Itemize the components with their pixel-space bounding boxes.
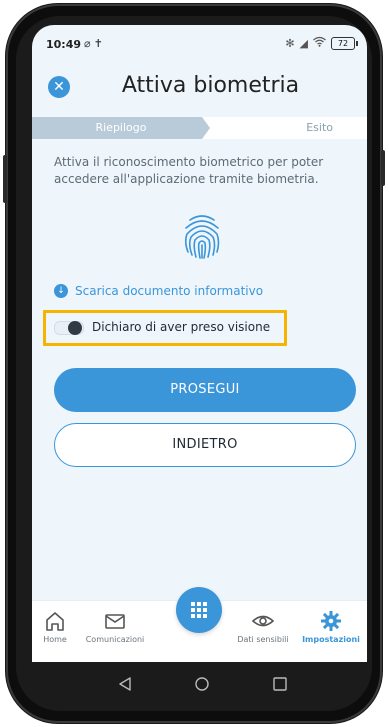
bluetooth-icon: ✻ xyxy=(285,36,295,50)
nav-item-comunicazioni[interactable]: Comunicazioni xyxy=(80,609,150,644)
download-icon: ↓ xyxy=(54,284,68,298)
back-triangle-icon[interactable] xyxy=(118,676,132,692)
bottom-navigation: Home Comunicazioni Dati sensibili Impost… xyxy=(32,587,367,662)
acknowledge-label: Dichiaro di aver preso visione xyxy=(92,320,271,334)
nav-item-dati-sensibili[interactable]: Dati sensibili xyxy=(228,609,298,644)
power-button xyxy=(381,150,385,186)
fingerprint-icon xyxy=(184,215,220,259)
battery-icon: 72 xyxy=(331,36,358,50)
progress-stepper: Riepilogo Esito xyxy=(32,117,367,139)
toggle-knob xyxy=(68,321,82,335)
nav-label-dati-sensibili: Dati sensibili xyxy=(237,635,289,644)
volume-button xyxy=(3,155,7,203)
download-document-link[interactable]: ↓ Scarica documento informativo xyxy=(54,284,263,298)
signal-icon: ◢ xyxy=(299,36,308,50)
status-time: 10:49 xyxy=(46,38,82,51)
step-riepilogo: Riepilogo xyxy=(32,117,210,139)
nav-label-comunicazioni: Comunicazioni xyxy=(85,635,145,644)
status-left-icons: ⌀✝ xyxy=(84,37,106,50)
home-icon xyxy=(46,612,64,631)
nav-item-menu-grid[interactable] xyxy=(176,587,222,633)
eye-icon xyxy=(251,615,275,627)
system-navigation-bar xyxy=(32,662,367,714)
step-esito: Esito xyxy=(306,121,333,134)
nav-label-impostazioni: Impostazioni xyxy=(302,635,360,644)
acknowledge-toggle[interactable] xyxy=(54,321,84,335)
home-circle-icon[interactable] xyxy=(194,676,210,692)
status-bar: 10:49 ⌀✝ ✻ ◢ 72 xyxy=(32,25,367,57)
back-button[interactable]: INDIETRO xyxy=(54,423,356,467)
grid-icon xyxy=(191,602,207,618)
proceed-button[interactable]: PROSEGUI xyxy=(54,368,356,412)
accessibility-icon: ✝ xyxy=(93,37,106,50)
alarm-off-icon: ⌀ xyxy=(84,37,94,50)
gear-icon xyxy=(321,611,341,631)
app-screen: 10:49 ⌀✝ ✻ ◢ 72 ✕ Attiva biometria Riepi… xyxy=(32,25,367,662)
download-label: Scarica documento informativo xyxy=(75,284,264,298)
description-text: Attiva il riconoscimento biometrico per … xyxy=(54,155,324,186)
mail-icon xyxy=(105,614,125,629)
status-right-icons: ✻ ◢ 72 xyxy=(285,36,358,50)
nav-item-impostazioni[interactable]: Impostazioni xyxy=(296,609,366,644)
recents-square-icon[interactable] xyxy=(272,676,288,692)
wifi-icon xyxy=(313,36,326,50)
page-title: Attiva biometria xyxy=(121,73,300,98)
